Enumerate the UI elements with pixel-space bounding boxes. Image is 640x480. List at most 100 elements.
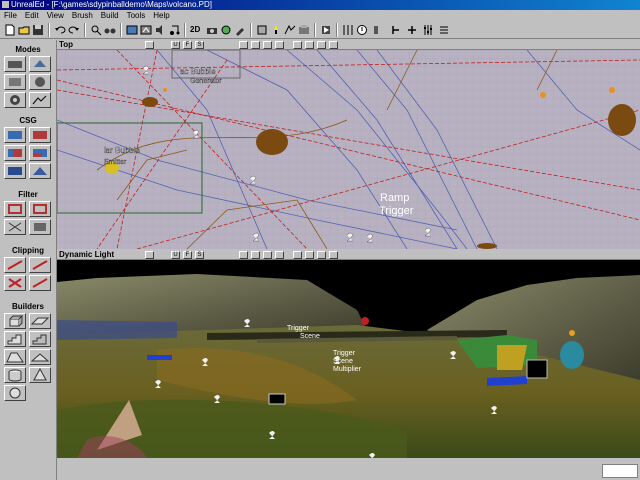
viewport-view-icon-2[interactable]	[239, 251, 248, 259]
mesh-browser-icon[interactable]	[140, 24, 152, 36]
viewport-zone-icon-2[interactable]	[305, 251, 314, 259]
open-folder-icon[interactable]	[18, 24, 30, 36]
terrain-builder-icon[interactable]	[29, 349, 51, 365]
music-browser-icon[interactable]	[168, 24, 180, 36]
brush-builder-icon[interactable]	[234, 24, 246, 36]
filter-hide-icon[interactable]	[4, 219, 26, 235]
viewport-terrain-icon[interactable]	[329, 41, 338, 49]
menu-brush[interactable]: Brush	[68, 11, 97, 20]
sound-browser-icon[interactable]	[154, 24, 166, 36]
menu-tools[interactable]: Tools	[123, 11, 150, 20]
build-lighting-icon[interactable]	[270, 24, 282, 36]
sliders-icon[interactable]	[422, 24, 434, 36]
snap-grid-icon[interactable]	[342, 24, 354, 36]
spiral-stairs-builder-icon[interactable]	[29, 331, 51, 347]
status-field[interactable]	[602, 464, 638, 478]
viewport-menu-icon-2[interactable]	[145, 251, 154, 259]
redo-icon[interactable]	[68, 24, 80, 36]
binoculars-icon[interactable]	[104, 24, 116, 36]
menu-view[interactable]: View	[43, 11, 68, 20]
list-icon[interactable]	[438, 24, 450, 36]
label-bubble-emitter-2: Emitter	[104, 159, 127, 166]
viewport-light-icon-2[interactable]	[275, 251, 284, 259]
viewport-terrain-icon-2[interactable]	[329, 251, 338, 259]
app-icon	[2, 1, 9, 8]
viewport-perspective[interactable]: Dynamic Light U F S Trigger Scene Trigge…	[57, 250, 640, 458]
new-file-icon[interactable]	[4, 24, 16, 36]
cone-builder-icon[interactable]	[29, 367, 51, 383]
menu-file[interactable]: File	[0, 11, 21, 20]
viewport-actor-icon[interactable]	[263, 41, 272, 49]
menu-build[interactable]: Build	[97, 11, 123, 20]
viewport-top-header: Top U F S	[57, 40, 640, 50]
stairs-builder-icon[interactable]	[4, 331, 26, 347]
toggle-2d-button[interactable]: 2D	[190, 24, 200, 36]
help-icon[interactable]	[356, 24, 368, 36]
viewport-light-icon[interactable]	[275, 41, 284, 49]
csg-add-icon[interactable]	[4, 127, 26, 143]
menu-edit[interactable]: Edit	[21, 11, 43, 20]
build-paths-icon[interactable]	[284, 24, 296, 36]
scale-brush-icon[interactable]	[4, 74, 26, 90]
rotate-icon[interactable]	[390, 24, 402, 36]
actor-class-icon[interactable]	[220, 24, 232, 36]
curved-stairs-builder-icon[interactable]	[4, 349, 26, 365]
label-trigger-a: Trigger	[287, 325, 310, 332]
csg-deintersect-icon[interactable]	[29, 145, 51, 161]
label-multiplier-b: Multiplier	[333, 366, 362, 373]
texture-pan-icon[interactable]	[4, 92, 26, 108]
properties-icon[interactable]	[370, 24, 382, 36]
viewport-volume-icon[interactable]	[317, 41, 326, 49]
viewport-mode-flat-button[interactable]: F	[183, 41, 192, 49]
title-bar: UnrealEd - [F:\games\sdypinballdemo\Maps…	[0, 0, 640, 10]
clip-flip-icon[interactable]	[4, 275, 26, 291]
play-level-icon[interactable]	[320, 24, 332, 36]
viewport-perspective-name: Dynamic Light	[59, 250, 115, 259]
viewport-volume-icon-2[interactable]	[317, 251, 326, 259]
filter-show-icon[interactable]	[29, 219, 51, 235]
top-view-canvas[interactable]: ac Bubble Generator lar Bubble Emitter R…	[57, 50, 640, 249]
vertex-edit-icon[interactable]	[29, 56, 51, 72]
clip-icon[interactable]	[4, 257, 26, 273]
scale-icon[interactable]	[406, 24, 418, 36]
viewport-mode-unlit-button[interactable]: U	[171, 41, 180, 49]
viewport-mode-solid-button[interactable]: S	[195, 41, 204, 49]
viewport-brush-icon-2[interactable]	[251, 251, 260, 259]
viewport-path-icon-2[interactable]	[293, 251, 302, 259]
viewport-path-icon[interactable]	[293, 41, 302, 49]
build-all-icon[interactable]	[298, 24, 310, 36]
sphere-builder-icon[interactable]	[4, 385, 26, 401]
menu-help[interactable]: Help	[149, 11, 173, 20]
csg-intersect-icon[interactable]	[4, 145, 26, 161]
viewport-mode-flat-button-2[interactable]: F	[183, 251, 192, 259]
filter-volume-icon[interactable]	[29, 201, 51, 217]
build-geometry-icon[interactable]	[256, 24, 268, 36]
save-icon[interactable]	[32, 24, 44, 36]
viewport-top[interactable]: Top U F S ac Bubble Generator lar Bubble…	[57, 40, 640, 249]
undo-icon[interactable]	[54, 24, 66, 36]
camera-move-icon[interactable]	[4, 56, 26, 72]
add-special-icon[interactable]	[29, 163, 51, 179]
add-mover-icon[interactable]	[4, 163, 26, 179]
sheet-builder-icon[interactable]	[29, 313, 51, 329]
viewport-brush-icon[interactable]	[251, 41, 260, 49]
viewport-mode-unlit-button-2[interactable]: U	[171, 251, 180, 259]
viewport-zone-icon[interactable]	[305, 41, 314, 49]
clip-delete-icon[interactable]	[29, 275, 51, 291]
viewport-view-icon[interactable]	[239, 41, 248, 49]
csg-subtract-icon[interactable]	[29, 127, 51, 143]
viewport-actor-icon-2[interactable]	[263, 251, 272, 259]
viewport-menu-icon[interactable]	[145, 41, 154, 49]
terrain-edit-icon[interactable]	[29, 92, 51, 108]
texture-browser-icon[interactable]	[126, 24, 138, 36]
cylinder-builder-icon[interactable]	[4, 367, 26, 383]
filter-select-icon[interactable]	[4, 201, 26, 217]
cube-builder-icon[interactable]	[4, 313, 26, 329]
perspective-canvas[interactable]: Trigger Scene Trigger Scene Multiplier	[57, 260, 640, 458]
rotate-brush-icon[interactable]	[29, 74, 51, 90]
search-actors-icon[interactable]	[90, 24, 102, 36]
viewport-mode-solid-button-2[interactable]: S	[195, 251, 204, 259]
camera-icon[interactable]	[206, 24, 218, 36]
label-scene-a: Scene	[300, 333, 320, 340]
clip-split-icon[interactable]	[29, 257, 51, 273]
